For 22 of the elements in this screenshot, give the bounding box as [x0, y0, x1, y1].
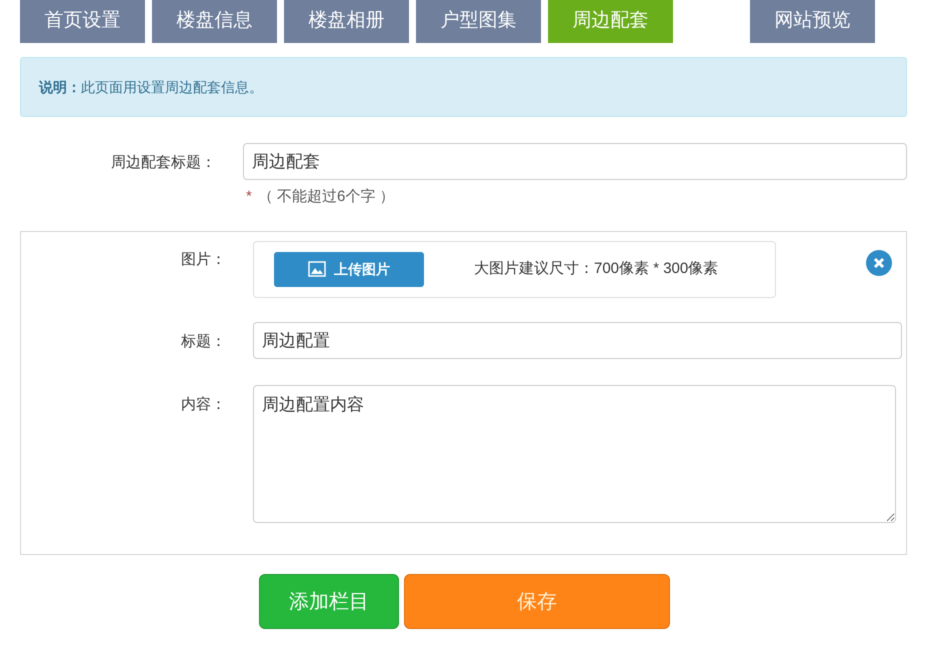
close-icon[interactable]: [866, 250, 892, 276]
field-label: 周边配套标题：: [110, 153, 217, 173]
image-icon: [308, 261, 326, 277]
tab[interactable]: 首页设置: [20, 0, 145, 43]
preview-tab[interactable]: 网站预览: [750, 0, 875, 43]
tab[interactable]: 楼盘相册: [284, 0, 409, 43]
title-field[interactable]: 周边配套: [243, 143, 907, 180]
save-button[interactable]: 保存: [404, 574, 670, 628]
title-field[interactable]: 周边配置: [253, 322, 902, 358]
required-mark: *: [246, 187, 252, 207]
tab[interactable]: 户型图集: [416, 0, 541, 43]
add-section-button[interactable]: 添加栏目: [259, 574, 399, 628]
field-label: 内容：: [180, 394, 226, 414]
hint-text: （ 不能超过6个字 ）: [258, 187, 395, 207]
tab[interactable]: 周边配套: [548, 0, 673, 43]
field-label: 图片：: [180, 250, 226, 270]
upload-button[interactable]: 上传图片: [274, 252, 424, 286]
tab[interactable]: 楼盘信息: [152, 0, 277, 43]
notice-text: 说明：此页面用设置周边配套信息。: [39, 78, 263, 96]
content-field[interactable]: 周边配置内容: [253, 384, 896, 522]
field-label: 标题：: [180, 332, 226, 352]
image-size-hint: 大图片建议尺寸：700像素 * 300像素: [474, 258, 718, 279]
